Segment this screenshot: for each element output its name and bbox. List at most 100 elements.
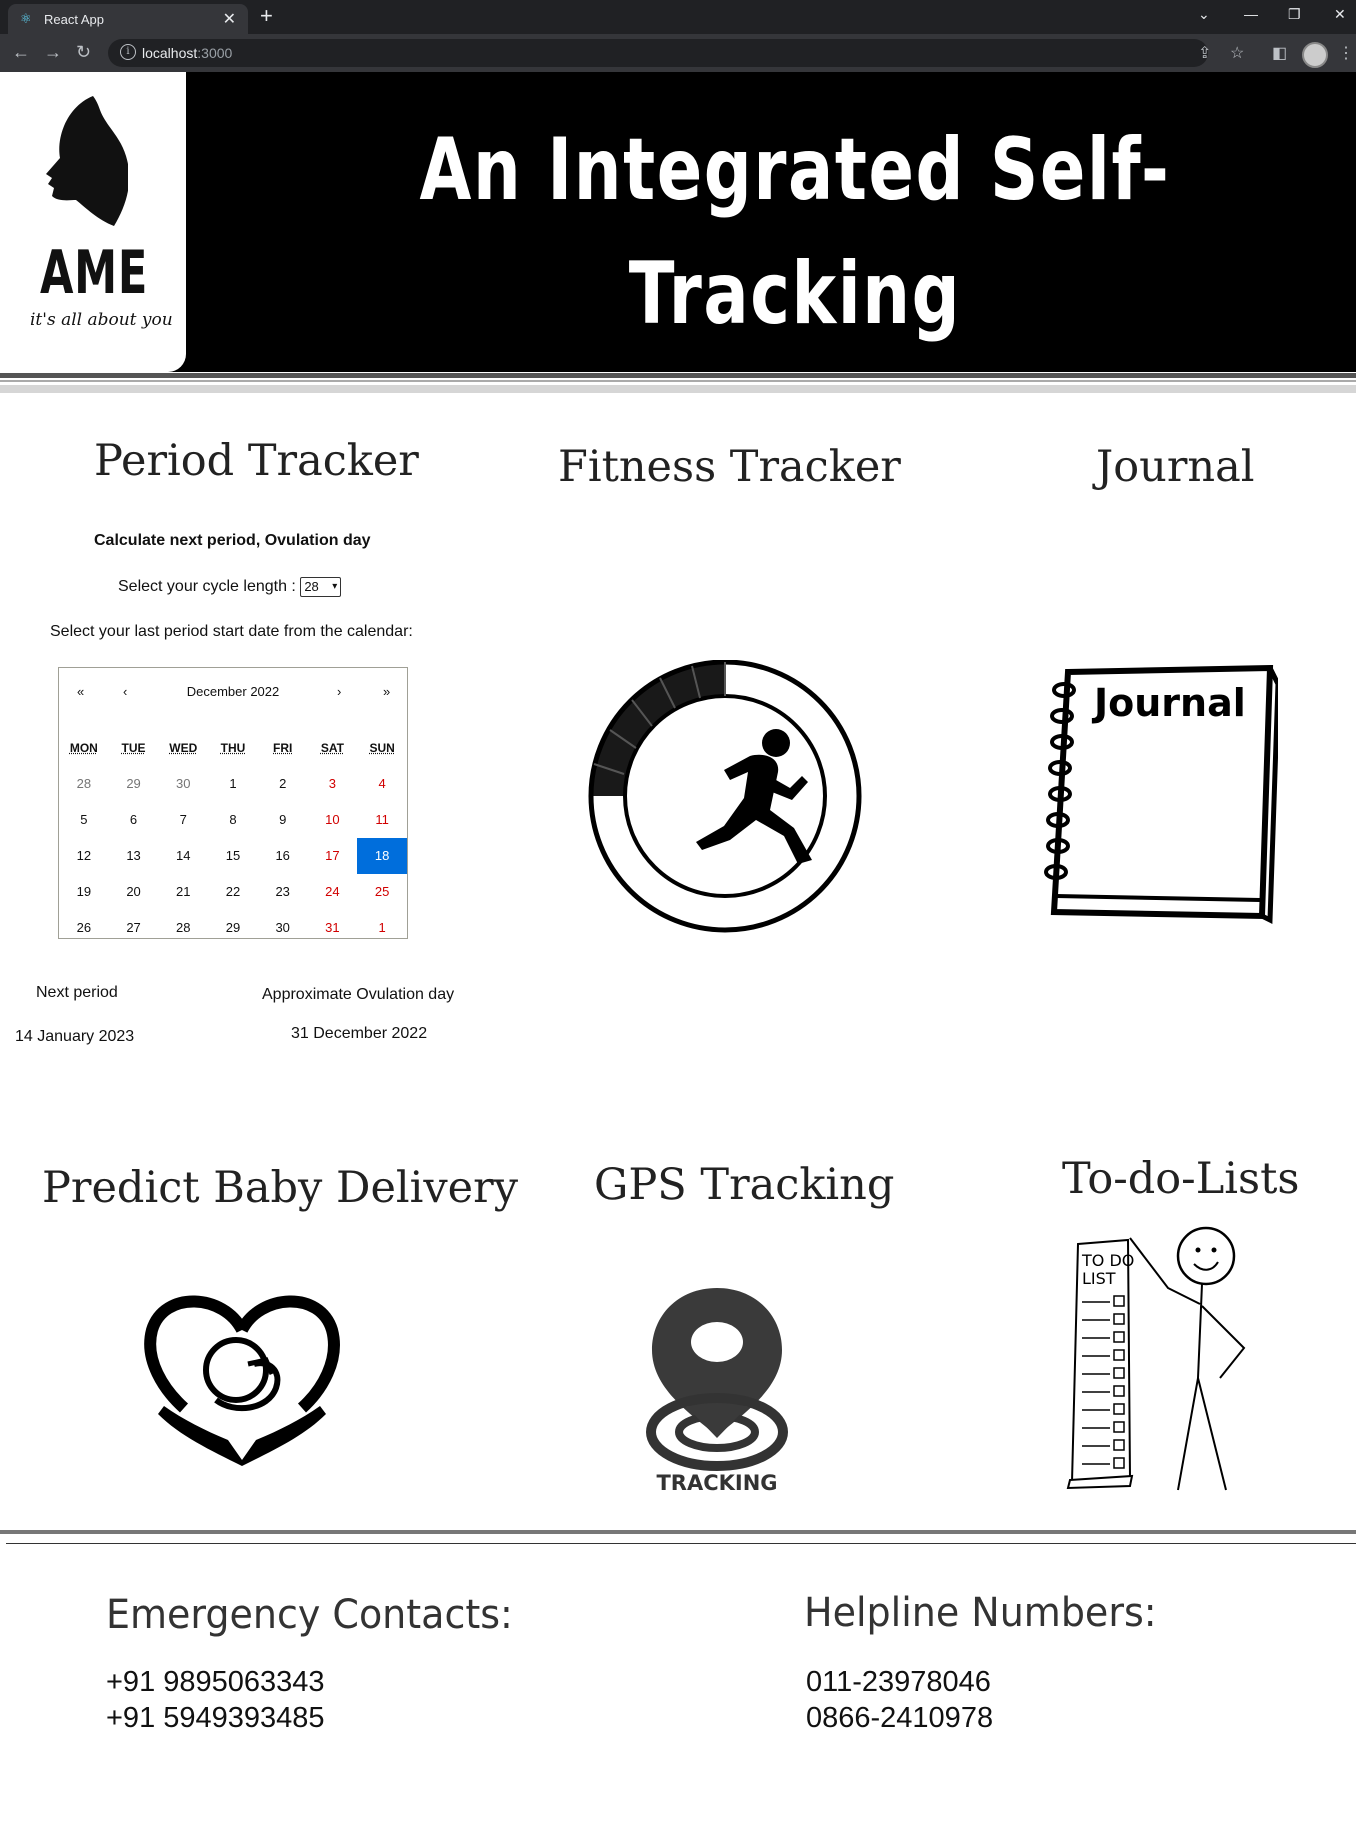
fitness-runner-icon[interactable] (580, 660, 870, 940)
bookmark-star-icon[interactable]: ☆ (1230, 43, 1244, 63)
calendar-day[interactable]: 24 (308, 874, 358, 910)
calendar-day[interactable]: 20 (109, 874, 159, 910)
fitness-tracker-title[interactable]: Fitness Tracker (558, 442, 901, 492)
emergency-number[interactable]: +91 5949393485 (106, 1700, 325, 1736)
calendar-day[interactable]: 21 (158, 874, 208, 910)
calendar-week-row: 5 6 7 8 9 10 11 (59, 802, 407, 838)
forward-icon[interactable]: → (44, 42, 62, 63)
close-window-icon[interactable]: ✕ (1334, 6, 1346, 23)
menu-kebab-icon[interactable]: ⋮ (1338, 43, 1354, 63)
calendar-weekday: TUE (121, 741, 146, 755)
journal-title[interactable]: Journal (1096, 442, 1254, 492)
period-subtitle: Calculate next period, Ovulation day (94, 532, 371, 549)
tab-close-icon[interactable]: ✕ (223, 9, 236, 29)
next-month-button[interactable]: › (337, 684, 341, 699)
emergency-number[interactable]: +91 9895063343 (106, 1664, 325, 1700)
calendar-day[interactable]: 12 (59, 838, 109, 874)
next-period-value: 14 January 2023 (15, 1028, 135, 1045)
calendar-day[interactable]: 13 (109, 838, 159, 874)
back-icon[interactable]: ← (12, 42, 30, 63)
period-tracker-title[interactable]: Period Tracker (94, 436, 419, 486)
calendar-day[interactable]: 18 (357, 838, 407, 874)
calendar-day[interactable]: 8 (208, 802, 258, 838)
baby-heart-hands-icon[interactable] (144, 1290, 340, 1466)
calendar-day[interactable]: 22 (208, 874, 258, 910)
calendar-weekday: FRI (273, 741, 293, 755)
calendar-day[interactable]: 30 (258, 910, 308, 946)
site-info-icon[interactable]: i (120, 44, 136, 60)
calendar-day[interactable]: 1 (357, 910, 407, 946)
helpline-number[interactable]: 0866-2410978 (806, 1700, 993, 1736)
calendar-day[interactable]: 31 (308, 910, 358, 946)
calendar-day[interactable]: 30 (158, 766, 208, 802)
journal-notebook-icon[interactable]: Journal (1034, 660, 1278, 924)
gps-tracking-title[interactable]: GPS Tracking (594, 1160, 894, 1210)
calendar-day[interactable]: 14 (158, 838, 208, 874)
side-panel-icon[interactable]: ◧ (1272, 43, 1287, 63)
calendar-day[interactable]: 19 (59, 874, 109, 910)
address-bar[interactable]: i localhost:3000 (108, 39, 1208, 67)
react-favicon-icon: ⚛ (20, 11, 32, 26)
calendar-day[interactable]: 11 (357, 802, 407, 838)
restore-icon[interactable]: ❐ (1288, 6, 1301, 23)
calendar-grid: MON TUE WED THU FRI SAT SUN 28 29 30 1 2 3 4 5 6 7 8 9 10 11… (59, 730, 407, 946)
calendar-week-row: 26 27 28 29 30 31 1 (59, 910, 407, 946)
calendar-week-row: 12 13 14 15 16 17 18 (59, 838, 407, 874)
profile-avatar[interactable] (1302, 42, 1328, 68)
cycle-length-select[interactable]: 28 ▾ (300, 577, 342, 597)
calendar-weekday: MON (69, 741, 98, 755)
calendar-week-row: 19 20 21 22 23 24 25 (59, 874, 407, 910)
logo-name: AME (40, 238, 149, 308)
calendar-day[interactable]: 1 (208, 766, 258, 802)
url-text: localhost:3000 (142, 45, 233, 61)
calendar-weekday-row: MON TUE WED THU FRI SAT SUN (59, 730, 407, 766)
calendar-day[interactable]: 29 (109, 766, 159, 802)
calendar-day[interactable]: 3 (308, 766, 358, 802)
tab-title: React App (44, 12, 104, 27)
calendar-day[interactable]: 23 (258, 874, 308, 910)
calendar-day[interactable]: 15 (208, 838, 258, 874)
calendar-day[interactable]: 27 (109, 910, 159, 946)
calendar-day[interactable]: 25 (357, 874, 407, 910)
next-year-button[interactable]: » (383, 684, 390, 699)
tab-search-icon[interactable]: ⌄ (1198, 6, 1210, 23)
page-title: An Integrated Self-Tracking System for w… (419, 120, 1171, 468)
helpline-number[interactable]: 011-23978046 (806, 1664, 991, 1700)
calendar-day[interactable]: 7 (158, 802, 208, 838)
minimize-icon[interactable]: — (1244, 6, 1258, 22)
cycle-length-label: Select your cycle length : (118, 578, 296, 596)
gps-location-pin-icon[interactable]: TRACKING (646, 1286, 788, 1496)
calendar-day[interactable]: 2 (258, 766, 308, 802)
new-tab-icon[interactable]: + (260, 3, 273, 29)
browser-tab-bar: ⚛ React App ✕ + ⌄ — ❐ ✕ (0, 0, 1356, 34)
period-calendar: « ‹ December 2022 › » MON TUE WED THU FRI SAT… (58, 667, 408, 939)
calendar-week-row: 28 29 30 1 2 3 4 (59, 766, 407, 802)
calendar-day[interactable]: 28 (59, 766, 109, 802)
calendar-month-label[interactable]: December 2022 (59, 684, 407, 699)
footer-divider-thin (6, 1543, 1356, 1544)
header-divider (0, 373, 1356, 378)
calendar-day[interactable]: 29 (208, 910, 258, 946)
share-icon[interactable]: ⇪ (1198, 43, 1211, 63)
calendar-day[interactable]: 16 (258, 838, 308, 874)
calendar-day[interactable]: 9 (258, 802, 308, 838)
predict-baby-delivery-title[interactable]: Predict Baby Delivery (42, 1163, 518, 1213)
browser-tab[interactable]: ⚛ React App ✕ (8, 4, 248, 34)
cycle-length-row: Select your cycle length : 28 ▾ (118, 577, 342, 597)
calendar-day[interactable]: 17 (308, 838, 358, 874)
calendar-day[interactable]: 4 (357, 766, 407, 802)
calendar-weekday: SAT (320, 741, 344, 755)
footer-divider (0, 1530, 1356, 1534)
calendar-day[interactable]: 26 (59, 910, 109, 946)
ovulation-value: 31 December 2022 (291, 1025, 428, 1042)
calendar-day[interactable]: 5 (59, 802, 109, 838)
header-divider-shadow (0, 385, 1356, 393)
calendar-weekday: THU (220, 741, 246, 755)
helpline-numbers-title: Helpline Numbers: (804, 1590, 1157, 1636)
reload-icon[interactable]: ↻ (76, 42, 91, 63)
calendar-day[interactable]: 10 (308, 802, 358, 838)
todo-lists-title[interactable]: To-do-Lists (1062, 1154, 1299, 1204)
calendar-day[interactable]: 6 (109, 802, 159, 838)
calendar-day[interactable]: 28 (158, 910, 208, 946)
todo-list-stickman-icon[interactable]: TO DO LIST (1060, 1218, 1260, 1494)
